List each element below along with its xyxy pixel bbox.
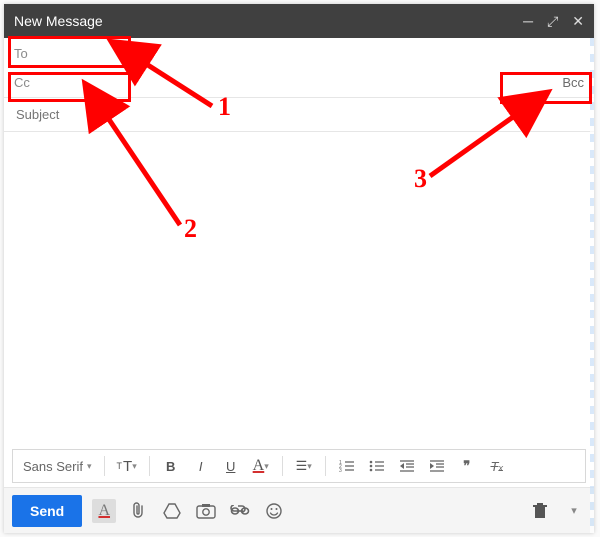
- underline-button[interactable]: U: [218, 454, 244, 478]
- align-icon: ☰: [296, 458, 308, 474]
- emoji-icon: [265, 502, 283, 520]
- drive-button[interactable]: [160, 499, 184, 523]
- link-icon: [230, 505, 250, 517]
- cc-label: Cc: [14, 75, 30, 90]
- close-icon[interactable]: ✕: [572, 14, 584, 28]
- numbered-list-button[interactable]: 123: [334, 454, 360, 478]
- bulleted-list-icon: [369, 459, 385, 473]
- svg-text:3: 3: [339, 468, 342, 473]
- subject-row[interactable]: [4, 98, 594, 132]
- caret-down-icon: ▾: [264, 461, 269, 472]
- subject-input[interactable]: [14, 106, 584, 123]
- indent-less-icon: [399, 459, 415, 473]
- format-a-icon: A: [98, 502, 110, 520]
- to-label: To: [14, 46, 28, 61]
- more-options-button[interactable]: ▾: [562, 499, 586, 523]
- decorative-strip: [590, 38, 594, 533]
- message-body[interactable]: [4, 132, 594, 449]
- expand-icon[interactable]: ⤢: [547, 14, 558, 28]
- caret-down-icon: ▾: [571, 504, 577, 517]
- camera-icon: [196, 503, 216, 519]
- separator: [325, 456, 326, 476]
- italic-button[interactable]: I: [188, 454, 214, 478]
- separator: [282, 456, 283, 476]
- attach-button[interactable]: [126, 499, 150, 523]
- cc-input[interactable]: [30, 74, 554, 91]
- compose-window: New Message ─ ⤢ ✕ To Cc Bcc Sans Serif ▾: [4, 4, 594, 533]
- bold-button[interactable]: B: [158, 454, 184, 478]
- align-button[interactable]: ☰▾: [291, 454, 317, 478]
- bcc-link[interactable]: Bcc: [562, 75, 584, 90]
- window-controls: ─ ⤢ ✕: [523, 14, 584, 28]
- insert-emoji-button[interactable]: [262, 499, 286, 523]
- text-color-button[interactable]: A▾: [248, 454, 274, 478]
- bold-icon: B: [166, 459, 175, 474]
- window-title: New Message: [14, 13, 523, 29]
- window-header: New Message ─ ⤢ ✕: [4, 4, 594, 38]
- numbered-list-icon: 123: [339, 459, 355, 473]
- font-family-label: Sans Serif: [23, 459, 83, 474]
- send-button[interactable]: Send: [12, 495, 82, 527]
- indent-less-button[interactable]: [394, 454, 420, 478]
- drive-icon: [163, 503, 181, 519]
- insert-link-button[interactable]: [228, 499, 252, 523]
- font-family-select[interactable]: Sans Serif ▾: [19, 454, 96, 478]
- quote-icon: ❞: [463, 458, 470, 474]
- to-input[interactable]: [28, 45, 584, 62]
- caret-down-icon: ▾: [307, 461, 312, 472]
- indent-more-button[interactable]: [424, 454, 450, 478]
- cc-row[interactable]: Cc Bcc: [4, 68, 594, 98]
- remove-formatting-button[interactable]: Tx: [484, 454, 510, 478]
- bulleted-list-button[interactable]: [364, 454, 390, 478]
- font-size-select[interactable]: TT ▾: [113, 454, 141, 478]
- underline-icon: U: [226, 459, 235, 474]
- discard-button[interactable]: [528, 499, 552, 523]
- separator: [104, 456, 105, 476]
- remove-formatting-icon: Tx: [490, 459, 502, 474]
- indent-more-icon: [429, 459, 445, 473]
- separator: [149, 456, 150, 476]
- minimize-icon[interactable]: ─: [523, 14, 533, 28]
- text-size-icon: T: [117, 461, 123, 471]
- insert-photo-button[interactable]: [194, 499, 218, 523]
- quote-button[interactable]: ❞: [454, 454, 480, 478]
- text-size-icon-large: T: [123, 458, 132, 475]
- trash-icon: [533, 503, 547, 519]
- paperclip-icon: [130, 502, 146, 520]
- formatting-toolbar: Sans Serif ▾ TT ▾ B I U A▾ ☰▾ 123 ❞ Tx: [12, 449, 586, 483]
- to-row[interactable]: To: [4, 38, 594, 68]
- text-color-icon: A: [253, 457, 265, 475]
- action-toolbar: Send A ▾: [4, 487, 594, 533]
- caret-down-icon: ▾: [132, 461, 137, 472]
- address-fields: To Cc Bcc: [4, 38, 594, 132]
- caret-down-icon: ▾: [87, 461, 92, 472]
- formatting-toggle-button[interactable]: A: [92, 499, 116, 523]
- italic-icon: I: [199, 459, 203, 474]
